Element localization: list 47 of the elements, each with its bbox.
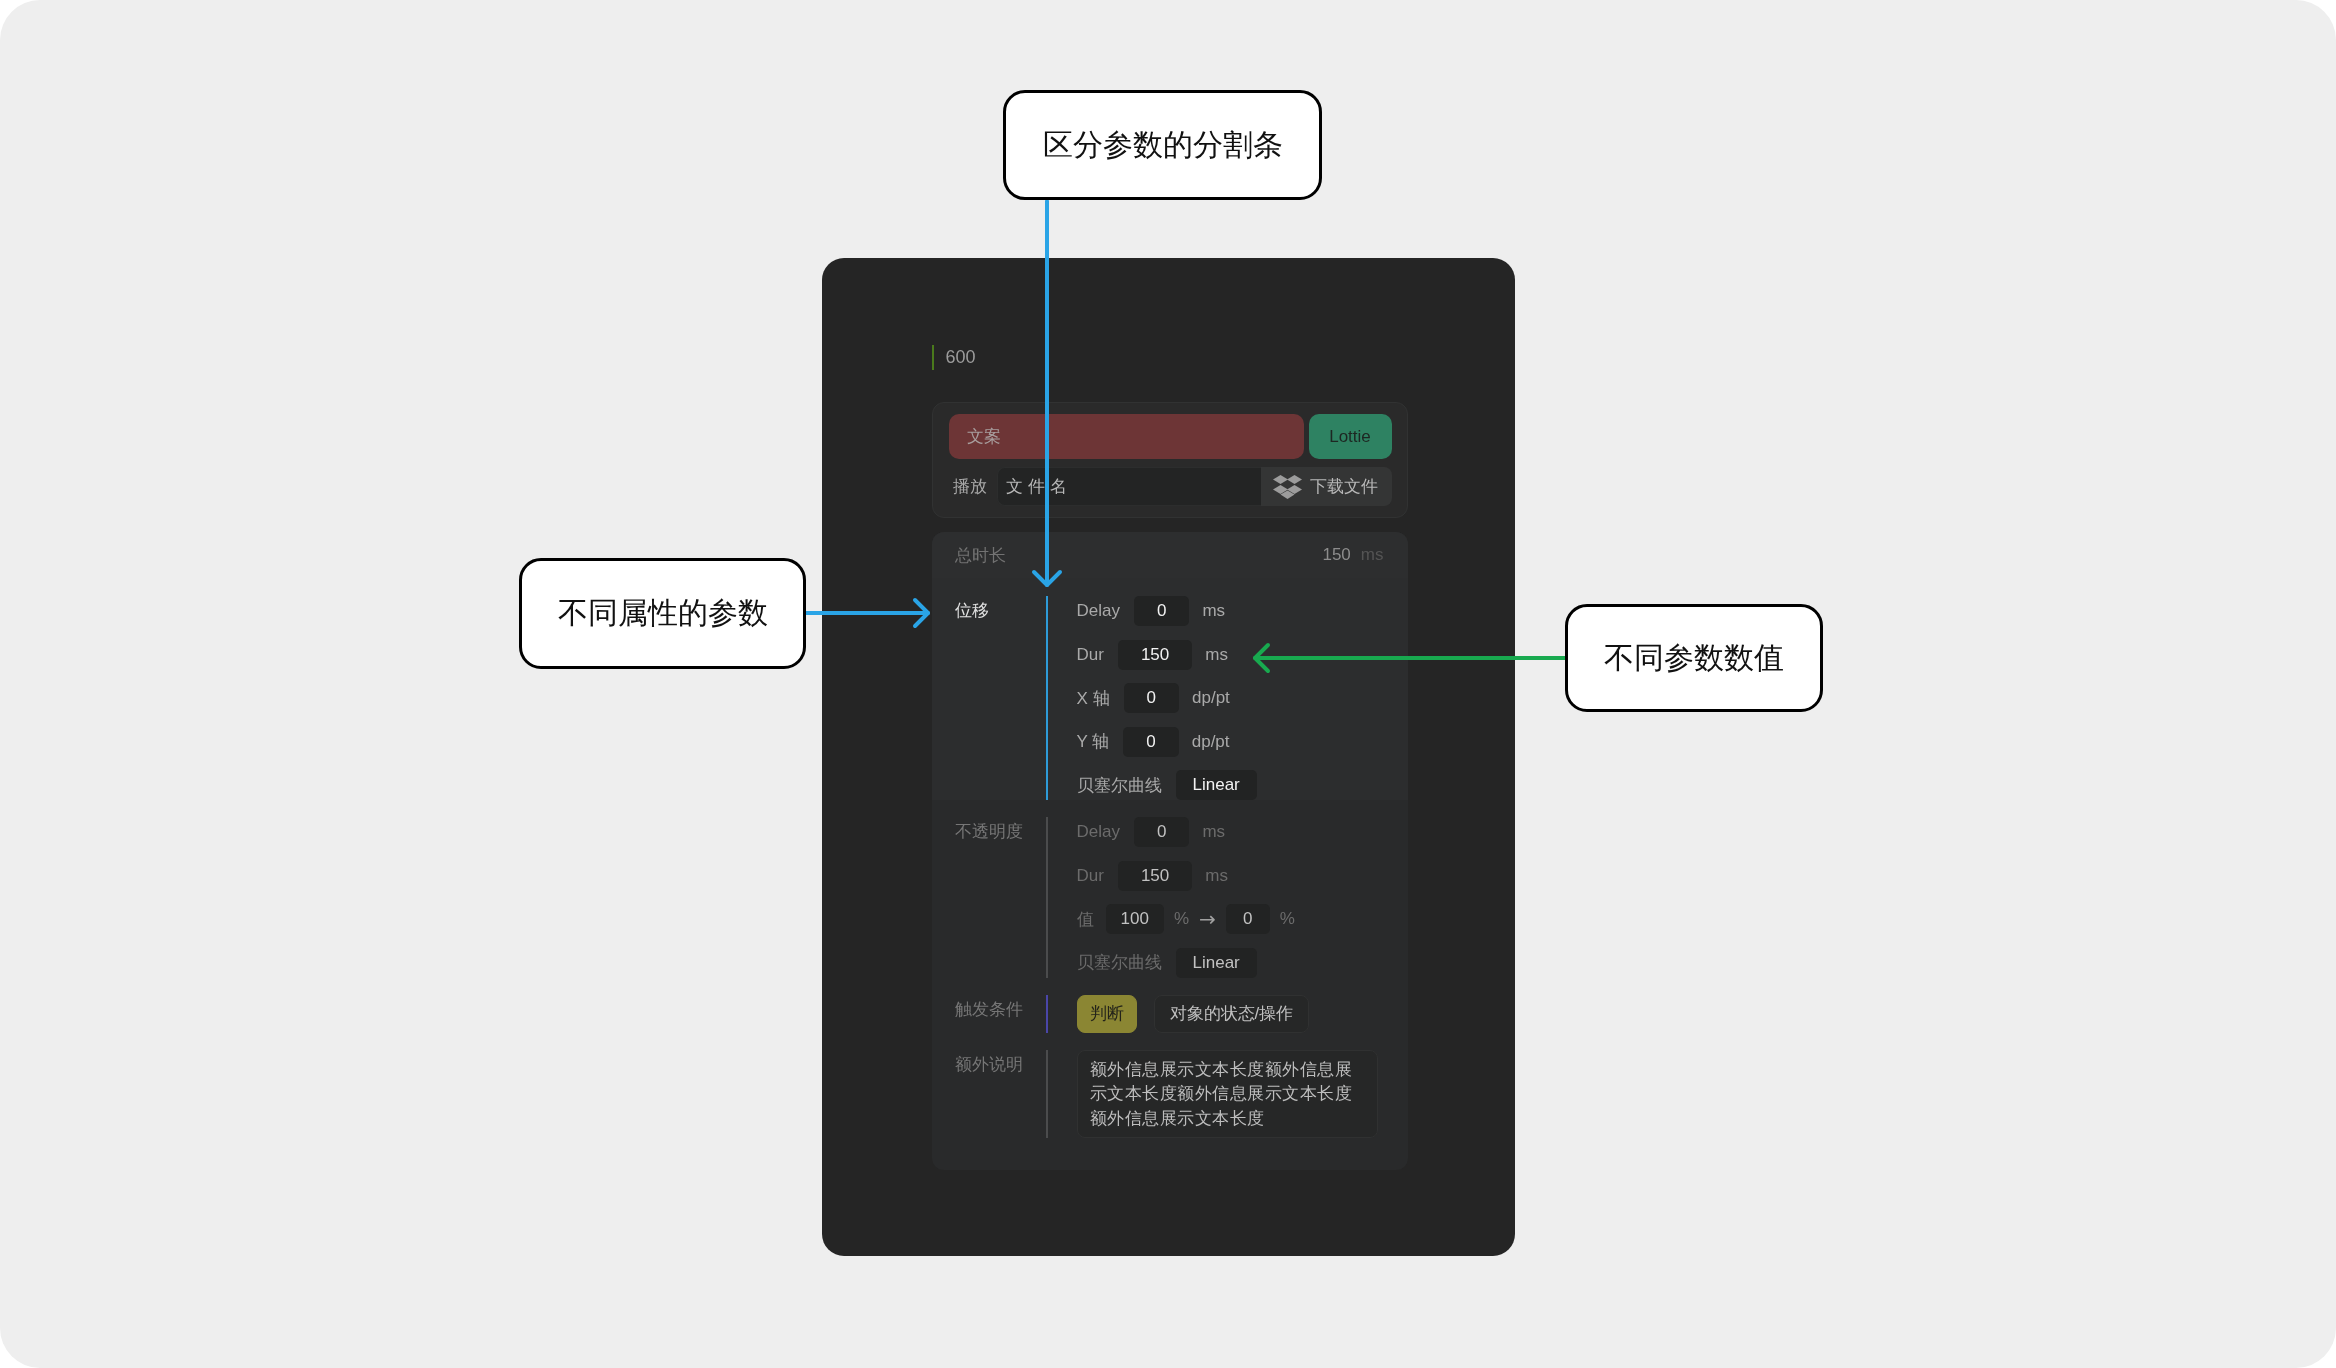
param-label: Dur xyxy=(1076,865,1104,886)
param-label: Y 轴 xyxy=(1076,731,1110,753)
trigger-option[interactable]: 判断 xyxy=(1076,994,1137,1033)
play-label: 播放 xyxy=(951,476,988,498)
param-label: Delay xyxy=(1076,822,1120,842)
curve-select[interactable]: Linear xyxy=(1175,947,1257,978)
unit-label: ms xyxy=(1202,822,1226,842)
unit-label: % xyxy=(1279,909,1295,929)
box-stack-icon xyxy=(1272,474,1302,499)
param-field[interactable]: 0 xyxy=(1123,683,1180,713)
unit-label: dp/pt xyxy=(1191,731,1230,752)
total-duration-value: 150 xyxy=(1322,545,1351,565)
param-label: Dur xyxy=(1076,644,1104,665)
unit-label: dp/pt xyxy=(1192,688,1230,708)
unit-label: % xyxy=(1173,909,1189,929)
param-label: 值 xyxy=(1076,908,1094,931)
param-field[interactable]: 0 xyxy=(1133,596,1190,626)
param-label: 贝塞尔曲线 xyxy=(1076,952,1162,974)
unit-label: ms xyxy=(1205,865,1228,886)
param-label: Delay xyxy=(1076,601,1120,621)
panel-heading: 600 xyxy=(945,347,976,368)
callout-box: 区分参数的分割条 xyxy=(1003,90,1322,200)
param-field[interactable]: 0 xyxy=(1133,817,1190,847)
property-name: 不透明度 xyxy=(954,821,1024,843)
label-bar: 文案 xyxy=(948,414,1304,459)
trigger-option[interactable]: 对象的状态/操作 xyxy=(1153,994,1310,1033)
file-name-field[interactable]: 文件名 xyxy=(996,467,1261,506)
unit-label: ms xyxy=(1205,644,1228,665)
param-field[interactable]: 100 xyxy=(1105,904,1164,934)
callout-box: 不同属性的参数 xyxy=(519,558,806,669)
param-label: X 轴 xyxy=(1076,687,1110,710)
param-field[interactable]: 150 xyxy=(1117,639,1193,670)
property-name: 位移 xyxy=(954,600,990,622)
download-button[interactable]: 下载文件 xyxy=(1260,467,1392,506)
param-field[interactable]: 150 xyxy=(1117,860,1193,891)
param-label: 贝塞尔曲线 xyxy=(1076,774,1162,797)
unit-label: ms xyxy=(1202,601,1226,621)
property-name: 额外说明 xyxy=(954,1053,1024,1076)
param-field[interactable]: 0 xyxy=(1225,904,1270,934)
range-arrow: → xyxy=(1199,907,1216,931)
param-field[interactable]: 0 xyxy=(1123,726,1179,757)
callout-box: 不同参数数值 xyxy=(1565,604,1823,712)
property-name: 触发条件 xyxy=(954,998,1024,1021)
curve-select[interactable]: Linear xyxy=(1175,770,1257,800)
total-duration-label: 总时长 xyxy=(954,544,1006,567)
accent-bar-icon xyxy=(931,345,934,370)
description-field[interactable]: 额外信息展示文本长度额外信息展示文本长度额外信息展示文本长度额外信息展示文本长度 xyxy=(1076,1049,1378,1138)
